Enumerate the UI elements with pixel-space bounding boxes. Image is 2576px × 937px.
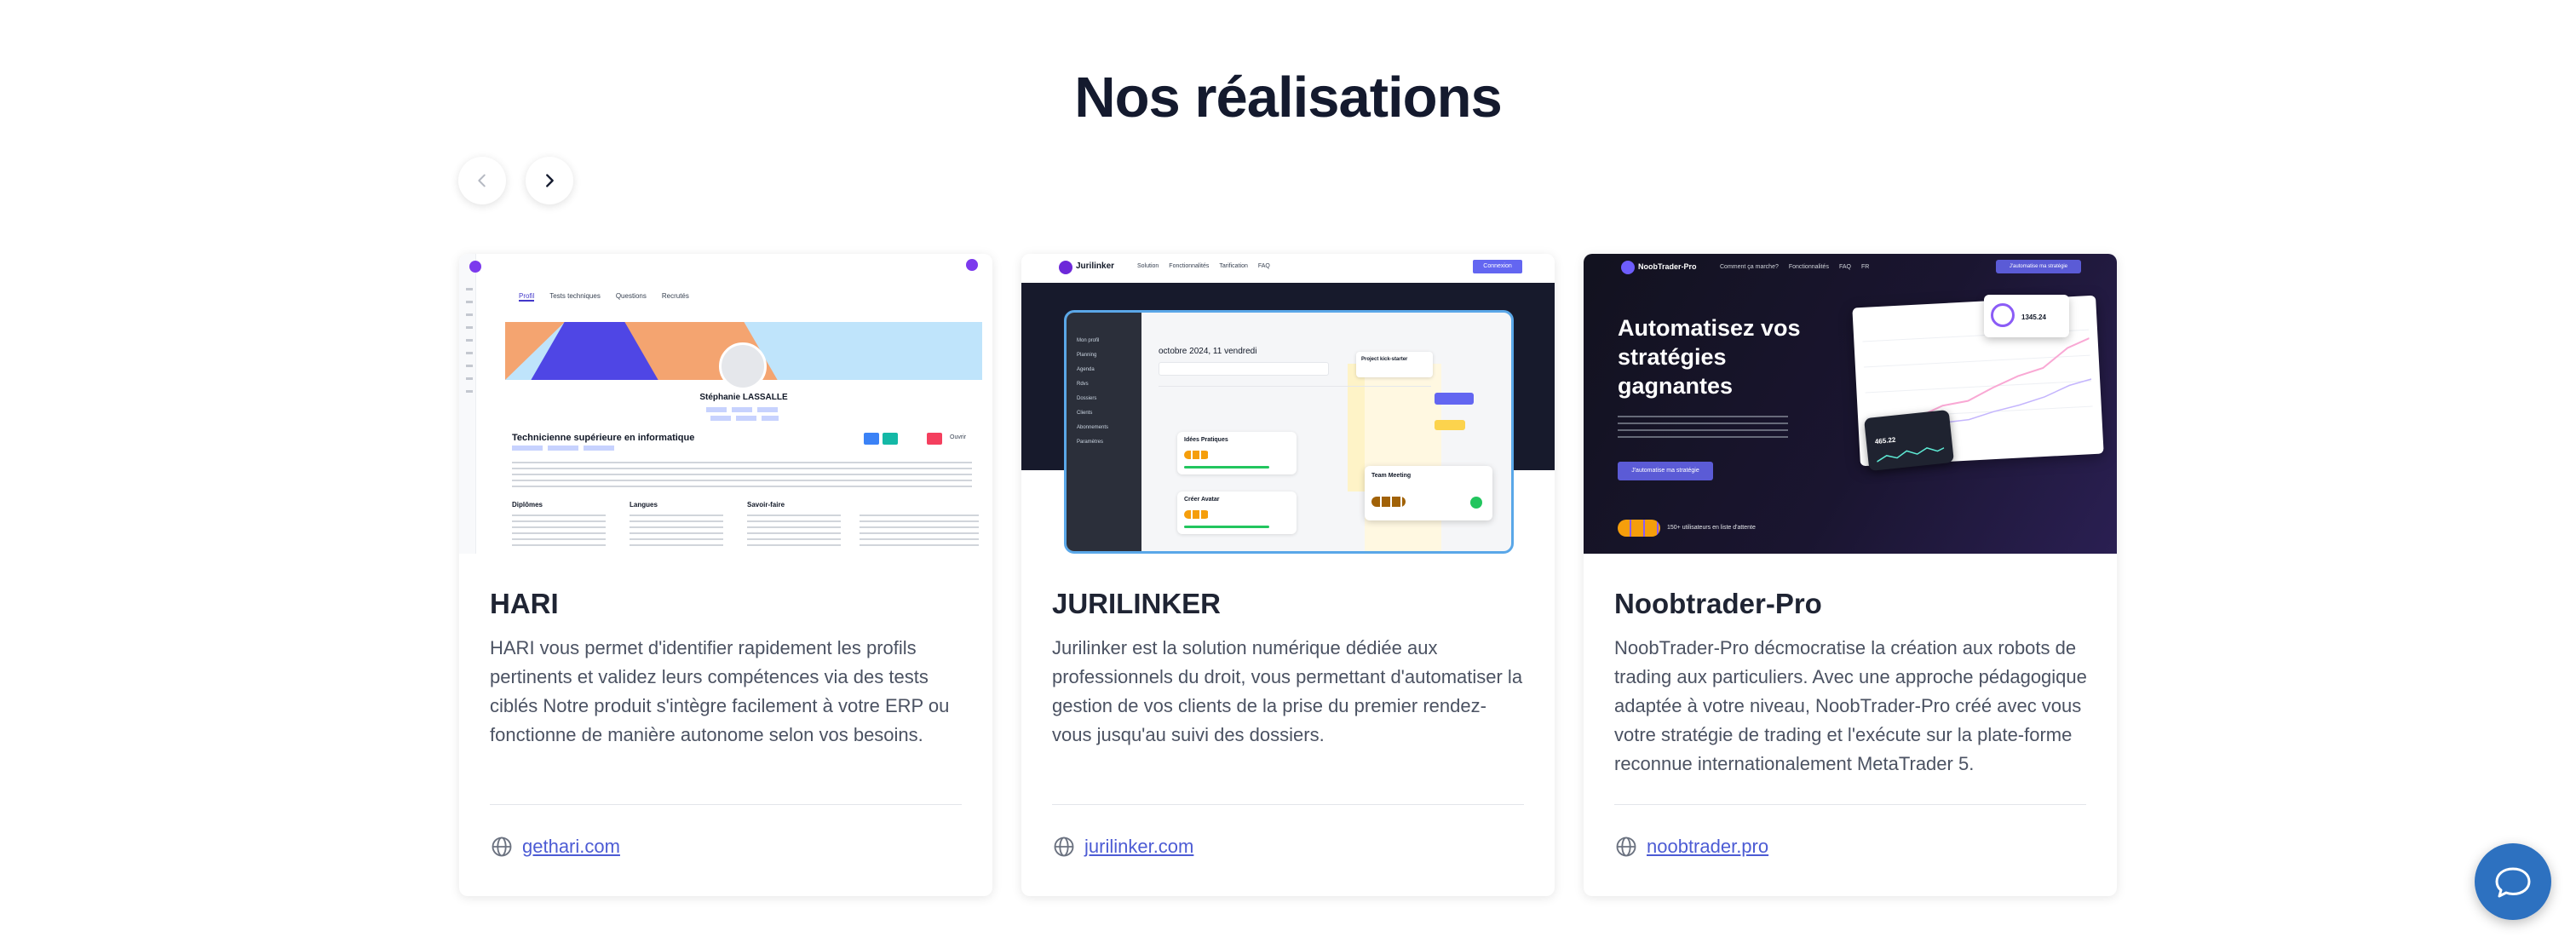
card-description: Jurilinker est la solution numérique déd… (1052, 637, 1523, 745)
card-title: Noobtrader-Pro (1614, 588, 1822, 619)
hari-tab: Profil (519, 292, 535, 302)
noobtrader-menu-item: Fonctionnalités (1788, 264, 1829, 270)
project-card-noobtrader[interactable]: NoobTrader-Pro Comment ça marche? Foncti… (1584, 254, 2117, 896)
jurilinker-sidebar-item: Dossiers (1077, 396, 1097, 401)
noobtrader-brand: NoobTrader-Pro (1638, 262, 1697, 271)
jurilinker-event: Project kick-starter (1361, 357, 1408, 362)
card-title: JURILINKER (1052, 588, 1222, 619)
carousel-prev-button[interactable] (458, 157, 506, 204)
jurilinker-sidebar-item: Planning (1077, 353, 1097, 358)
hari-tab: Questions (615, 292, 647, 300)
noobtrader-sparkline-graphic (1877, 447, 1945, 463)
chevron-right-icon (546, 174, 554, 187)
hari-section: Savoir-faire (747, 501, 785, 509)
project-screenshot: Jurilinker Solution Fonctionnalités Tari… (1021, 254, 1555, 554)
jurilinker-menu-item: Tarification (1219, 263, 1248, 269)
chat-bubble-icon (2495, 867, 2531, 898)
hari-tab: Tests techniques (549, 292, 601, 300)
globe-icon (1616, 836, 1636, 857)
jurilinker-menu-item: Solution (1137, 263, 1159, 269)
noobtrader-badge-value: 1345.24 (2021, 313, 2046, 321)
jurilinker-sidebar-item: Abonnements (1077, 425, 1109, 430)
card-link[interactable]: noobtrader.pro (1647, 836, 1768, 858)
noobtrader-menu-item: Comment ça marche? (1720, 264, 1779, 270)
jurilinker-sidebar-item: Mon profil (1077, 338, 1100, 343)
noobtrader-headline-line: Automatisez vos (1618, 315, 1801, 341)
hari-section: Diplômes (512, 501, 543, 509)
jurilinker-event: Team Meeting (1371, 473, 1412, 479)
jurilinker-sidebar-item: Clients (1077, 411, 1093, 416)
card-title: HARI (490, 588, 559, 619)
noobtrader-menu-item: FR (1860, 264, 1870, 270)
noobtrader-nav-cta: J'automatise ma stratégie (1996, 260, 2081, 273)
jurilinker-sidebar-item: Rdvs (1077, 382, 1089, 387)
jurilinker-event: Idées Pratiques (1184, 437, 1228, 443)
jurilinker-menu-item: Fonctionnalités (1169, 263, 1210, 269)
card-divider (490, 804, 962, 805)
chevron-left-icon (478, 174, 486, 187)
section-title: Nos réalisations (1074, 66, 1503, 129)
jurilinker-menu-item: FAQ (1257, 263, 1270, 269)
hari-tab: Recrutés (661, 292, 689, 300)
jurilinker-login-button: Connexion (1473, 260, 1522, 273)
card-link[interactable]: gethari.com (522, 836, 620, 858)
project-screenshot: Profil Tests techniques Questions Recrut… (459, 254, 992, 554)
card-link-row: noobtrader.pro (1614, 835, 1768, 859)
carousel-next-button[interactable] (526, 157, 573, 204)
project-card-jurilinker[interactable]: Jurilinker Solution Fonctionnalités Tari… (1021, 254, 1555, 896)
hari-open-action: Ouvrir (950, 434, 967, 440)
globe-icon (492, 836, 512, 857)
hari-role: Technicienne supérieure en informatique (512, 433, 695, 443)
jurilinker-brand: Jurilinker (1076, 262, 1115, 271)
noobtrader-menu-item: FAQ (1838, 264, 1851, 270)
noobtrader-headline-line: gagnantes (1618, 373, 1734, 399)
card-divider (1052, 804, 1524, 805)
card-divider (1614, 804, 2086, 805)
noobtrader-users: 150+ utilisateurs en liste d'attente (1667, 525, 1756, 531)
chat-button[interactable] (2475, 843, 2551, 920)
jurilinker-date: octobre 2024, 11 vendredi (1159, 347, 1257, 356)
card-link-row: jurilinker.com (1052, 835, 1193, 859)
project-screenshot: NoobTrader-Pro Comment ça marche? Foncti… (1584, 254, 2117, 554)
project-card-hari[interactable]: Profil Tests techniques Questions Recrut… (459, 254, 992, 896)
card-link-row: gethari.com (490, 835, 620, 859)
card-description: NoobTrader-Pro décmocratise la création … (1614, 637, 2087, 774)
noobtrader-small-value: 465.22 (1874, 435, 1896, 446)
hari-candidate-name: Stéphanie LASSALLE (699, 393, 788, 402)
noobtrader-cta-button: J'automatise ma stratégie (1618, 462, 1713, 480)
jurilinker-sidebar-item: Paramètres (1077, 440, 1104, 445)
noobtrader-headline-line: stratégies (1618, 344, 1727, 370)
globe-icon (1054, 836, 1074, 857)
card-link[interactable]: jurilinker.com (1084, 836, 1193, 858)
jurilinker-sidebar-item: Agenda (1077, 367, 1095, 372)
jurilinker-event: Créer Avatar (1184, 497, 1220, 503)
hari-section: Langues (630, 501, 658, 509)
card-description: HARI vous permet d'identifier rapidement… (490, 637, 950, 745)
